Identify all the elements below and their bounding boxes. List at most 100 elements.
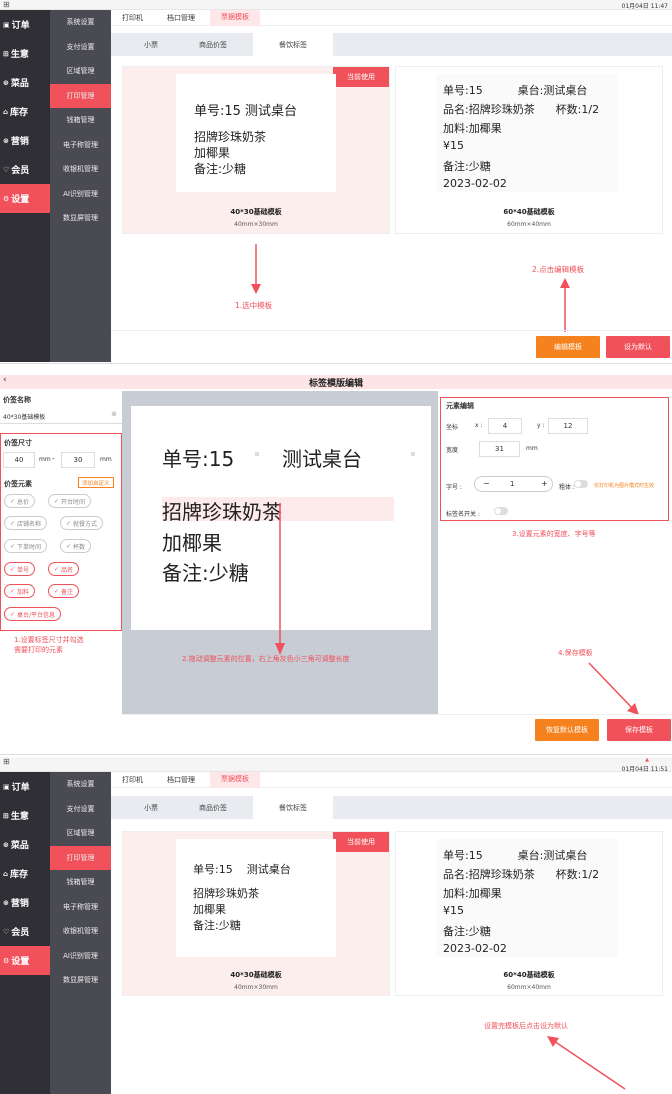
subnav-item[interactable]: AI识别管理 bbox=[50, 182, 111, 207]
width-unit: mm bbox=[39, 456, 51, 463]
subnav-item[interactable]: 打印管理 bbox=[50, 845, 111, 870]
width-input[interactable]: 40 bbox=[3, 452, 35, 468]
nav-icon: ▣ bbox=[3, 20, 10, 29]
subnav-item[interactable]: AI识别管理 bbox=[50, 944, 111, 969]
preview-line: 备注:少糖 bbox=[194, 162, 247, 176]
template-card-60x40[interactable]: 单号:15 桌台:测试桌台 品名:招牌珍珠奶茶 杯数:1/2 加料:加椰果 ¥1… bbox=[395, 831, 663, 996]
label-name-toggle[interactable] bbox=[494, 507, 508, 515]
template-card-40x30[interactable]: 当前使用 单号:15 测试桌台 招牌珍珠奶茶 加椰果 备注:少糖 40*30基础… bbox=[122, 831, 390, 996]
restore-default-button[interactable]: 恢复默认模板 bbox=[535, 719, 599, 741]
element-chip-dining-mode[interactable]: ✓ 就餐方式 bbox=[60, 516, 104, 530]
bold-toggle[interactable] bbox=[574, 480, 588, 488]
nav-item[interactable]: ⌂ 库存 bbox=[0, 97, 50, 126]
element-chip-table-platform[interactable]: ✓ 桌台/平台信息 bbox=[4, 607, 62, 621]
nav-item[interactable]: ⊛ 菜品 bbox=[0, 830, 50, 859]
nav-item[interactable]: ⊞ 生意 bbox=[0, 801, 50, 830]
grid-icon[interactable]: ⊞ bbox=[3, 757, 10, 766]
subnav-item[interactable]: 系统设置 bbox=[50, 10, 111, 35]
nav-icon: ▣ bbox=[3, 782, 10, 791]
nav-item[interactable]: ⊛ 菜品 bbox=[0, 68, 50, 97]
tab-templates[interactable]: 票据模板 bbox=[210, 10, 260, 26]
tab-stall[interactable]: 档口管理 bbox=[167, 13, 195, 23]
tab-stall[interactable]: 档口管理 bbox=[167, 775, 195, 785]
template-size: 40mm×30mm bbox=[234, 984, 278, 991]
template-card-40x30[interactable]: 当前使用 单号:15 测试桌台 招牌珍珠奶茶 加椰果 备注:少糖 40*30基础… bbox=[122, 66, 390, 234]
canvas-element-addons[interactable]: 加椰果 bbox=[162, 527, 222, 556]
label-name-input[interactable]: 40*30基础模板 ⊗ bbox=[0, 408, 122, 424]
edit-template-button[interactable]: 编辑模板 bbox=[536, 336, 600, 358]
clear-icon[interactable]: ⊗ bbox=[111, 410, 117, 418]
element-chip-addons[interactable]: ✓ 加料 bbox=[4, 584, 36, 598]
element-chip-total[interactable]: ✓ 总价 bbox=[4, 494, 36, 508]
size-title: 价签尺寸 bbox=[4, 439, 32, 447]
minus-icon[interactable]: − bbox=[483, 479, 490, 488]
resize-handle-icon[interactable] bbox=[255, 452, 259, 456]
subnav-item[interactable]: 电子称管理 bbox=[50, 133, 111, 158]
element-chip-order-no[interactable]: ✓ 单号 bbox=[4, 562, 36, 576]
tab-printer[interactable]: 打印机 bbox=[122, 13, 143, 23]
tab-price-label[interactable]: 商品价签 bbox=[173, 796, 253, 819]
nav-item[interactable]: ⚙ 设置 bbox=[0, 946, 50, 975]
save-template-button[interactable]: 保存模板 bbox=[607, 719, 671, 741]
subnav-item[interactable]: 收银机管理 bbox=[50, 157, 111, 182]
grid-icon[interactable]: ⊞ bbox=[3, 0, 10, 9]
set-default-button[interactable]: 设为默认 bbox=[606, 336, 670, 358]
template-name: 40*30基础模板 bbox=[230, 208, 282, 216]
nav-label: 设置 bbox=[11, 957, 30, 967]
tab-food-label[interactable]: 餐饮标签 bbox=[253, 796, 333, 819]
nav-item[interactable]: ⊗ 营销 bbox=[0, 888, 50, 917]
nav-icon: ⊗ bbox=[3, 898, 9, 907]
nav-item[interactable]: ♡ 会员 bbox=[0, 155, 50, 184]
canvas-element-order-no[interactable]: 单号:15 bbox=[162, 443, 234, 472]
top-bar: ⊞ 01月04日 11:47 bbox=[0, 0, 672, 10]
subnav-item[interactable]: 钱箱管理 bbox=[50, 870, 111, 895]
nav-label: 订单 bbox=[11, 783, 30, 793]
nav-item[interactable]: ⌂ 库存 bbox=[0, 859, 50, 888]
subnav-item[interactable]: 区域管理 bbox=[50, 821, 111, 846]
font-size-stepper[interactable]: − 1 + bbox=[474, 476, 553, 492]
nav-item[interactable]: ♡ 会员 bbox=[0, 917, 50, 946]
nav-item[interactable]: ⊞ 生意 bbox=[0, 39, 50, 68]
template-preview: 单号:15 桌台:测试桌台 品名:招牌珍珠奶茶 杯数:1/2 加料:加椰果 ¥1… bbox=[436, 839, 618, 957]
subnav-item[interactable]: 数显屏管理 bbox=[50, 206, 111, 231]
add-custom-button[interactable]: 添加自定义 bbox=[78, 477, 114, 488]
canvas-element-remark[interactable]: 备注:少糖 bbox=[162, 557, 249, 586]
template-card-60x40[interactable]: 单号:15 桌台:测试桌台 品名:招牌珍珠奶茶 杯数:1/2 加料:加椰果 ¥1… bbox=[395, 66, 663, 234]
subnav-item[interactable]: 钱箱管理 bbox=[50, 108, 111, 133]
element-width-input[interactable]: 31 bbox=[479, 441, 520, 457]
y-input[interactable]: 12 bbox=[548, 418, 588, 434]
canvas-element-table[interactable]: 测试桌台 bbox=[282, 443, 362, 472]
subnav-item[interactable]: 支付设置 bbox=[50, 35, 111, 60]
element-chip-open-time[interactable]: ✓ 开台时间 bbox=[48, 494, 92, 508]
nav-item[interactable]: ▣ 订单 bbox=[0, 10, 50, 39]
panel-3: ⊞ ▲ 01月04日 11:51 ▣ 订单 ⊞ 生意 ⊛ 菜品 ⌂ 库存 ⊗ 营销 ♡ 会员 ⚙ 设置 系… bbox=[0, 757, 672, 1094]
subnav-item[interactable]: 数显屏管理 bbox=[50, 968, 111, 993]
tab-templates[interactable]: 票据模板 bbox=[210, 772, 260, 788]
tab-price-label[interactable]: 商品价签 bbox=[173, 33, 253, 56]
nav-item[interactable]: ⊗ 营销 bbox=[0, 126, 50, 155]
nav-item[interactable]: ▣ 订单 bbox=[0, 772, 50, 801]
nav-item[interactable]: ⚙ 设置 bbox=[0, 184, 50, 213]
resize-handle-icon[interactable] bbox=[411, 452, 415, 456]
element-chip-store-name[interactable]: ✓ 店铺名称 bbox=[4, 516, 48, 530]
main-nav: ▣ 订单 ⊞ 生意 ⊛ 菜品 ⌂ 库存 ⊗ 营销 ♡ 会员 ⚙ 设置 bbox=[0, 10, 50, 362]
canvas-element-product[interactable]: 招牌珍珠奶茶 bbox=[162, 496, 282, 525]
preview-line: 加料:加椰果 bbox=[443, 122, 502, 135]
tab-food-label[interactable]: 餐饮标签 bbox=[253, 33, 333, 56]
element-chip-cups[interactable]: ✓ 杯数 bbox=[60, 539, 92, 553]
subnav-item[interactable]: 收银机管理 bbox=[50, 919, 111, 944]
x-input[interactable]: 4 bbox=[488, 418, 522, 434]
subnav-item[interactable]: 打印管理 bbox=[50, 83, 111, 108]
element-chip-product-name[interactable]: ✓ 品名 bbox=[48, 562, 80, 576]
subnav-item[interactable]: 电子称管理 bbox=[50, 895, 111, 920]
subnav-item[interactable]: 系统设置 bbox=[50, 772, 111, 797]
tab-printer[interactable]: 打印机 bbox=[122, 775, 143, 785]
plus-icon[interactable]: + bbox=[541, 479, 548, 488]
subnav-item[interactable]: 区域管理 bbox=[50, 59, 111, 84]
element-chip-remark[interactable]: ✓ 备注 bbox=[48, 584, 80, 598]
user-icon[interactable]: ▲ bbox=[645, 757, 649, 763]
height-input[interactable]: 30 bbox=[61, 452, 95, 468]
subnav-item[interactable]: 支付设置 bbox=[50, 797, 111, 822]
nav-icon: ⌂ bbox=[3, 107, 9, 116]
element-chip-order-time[interactable]: ✓ 下单时间 bbox=[4, 539, 48, 553]
